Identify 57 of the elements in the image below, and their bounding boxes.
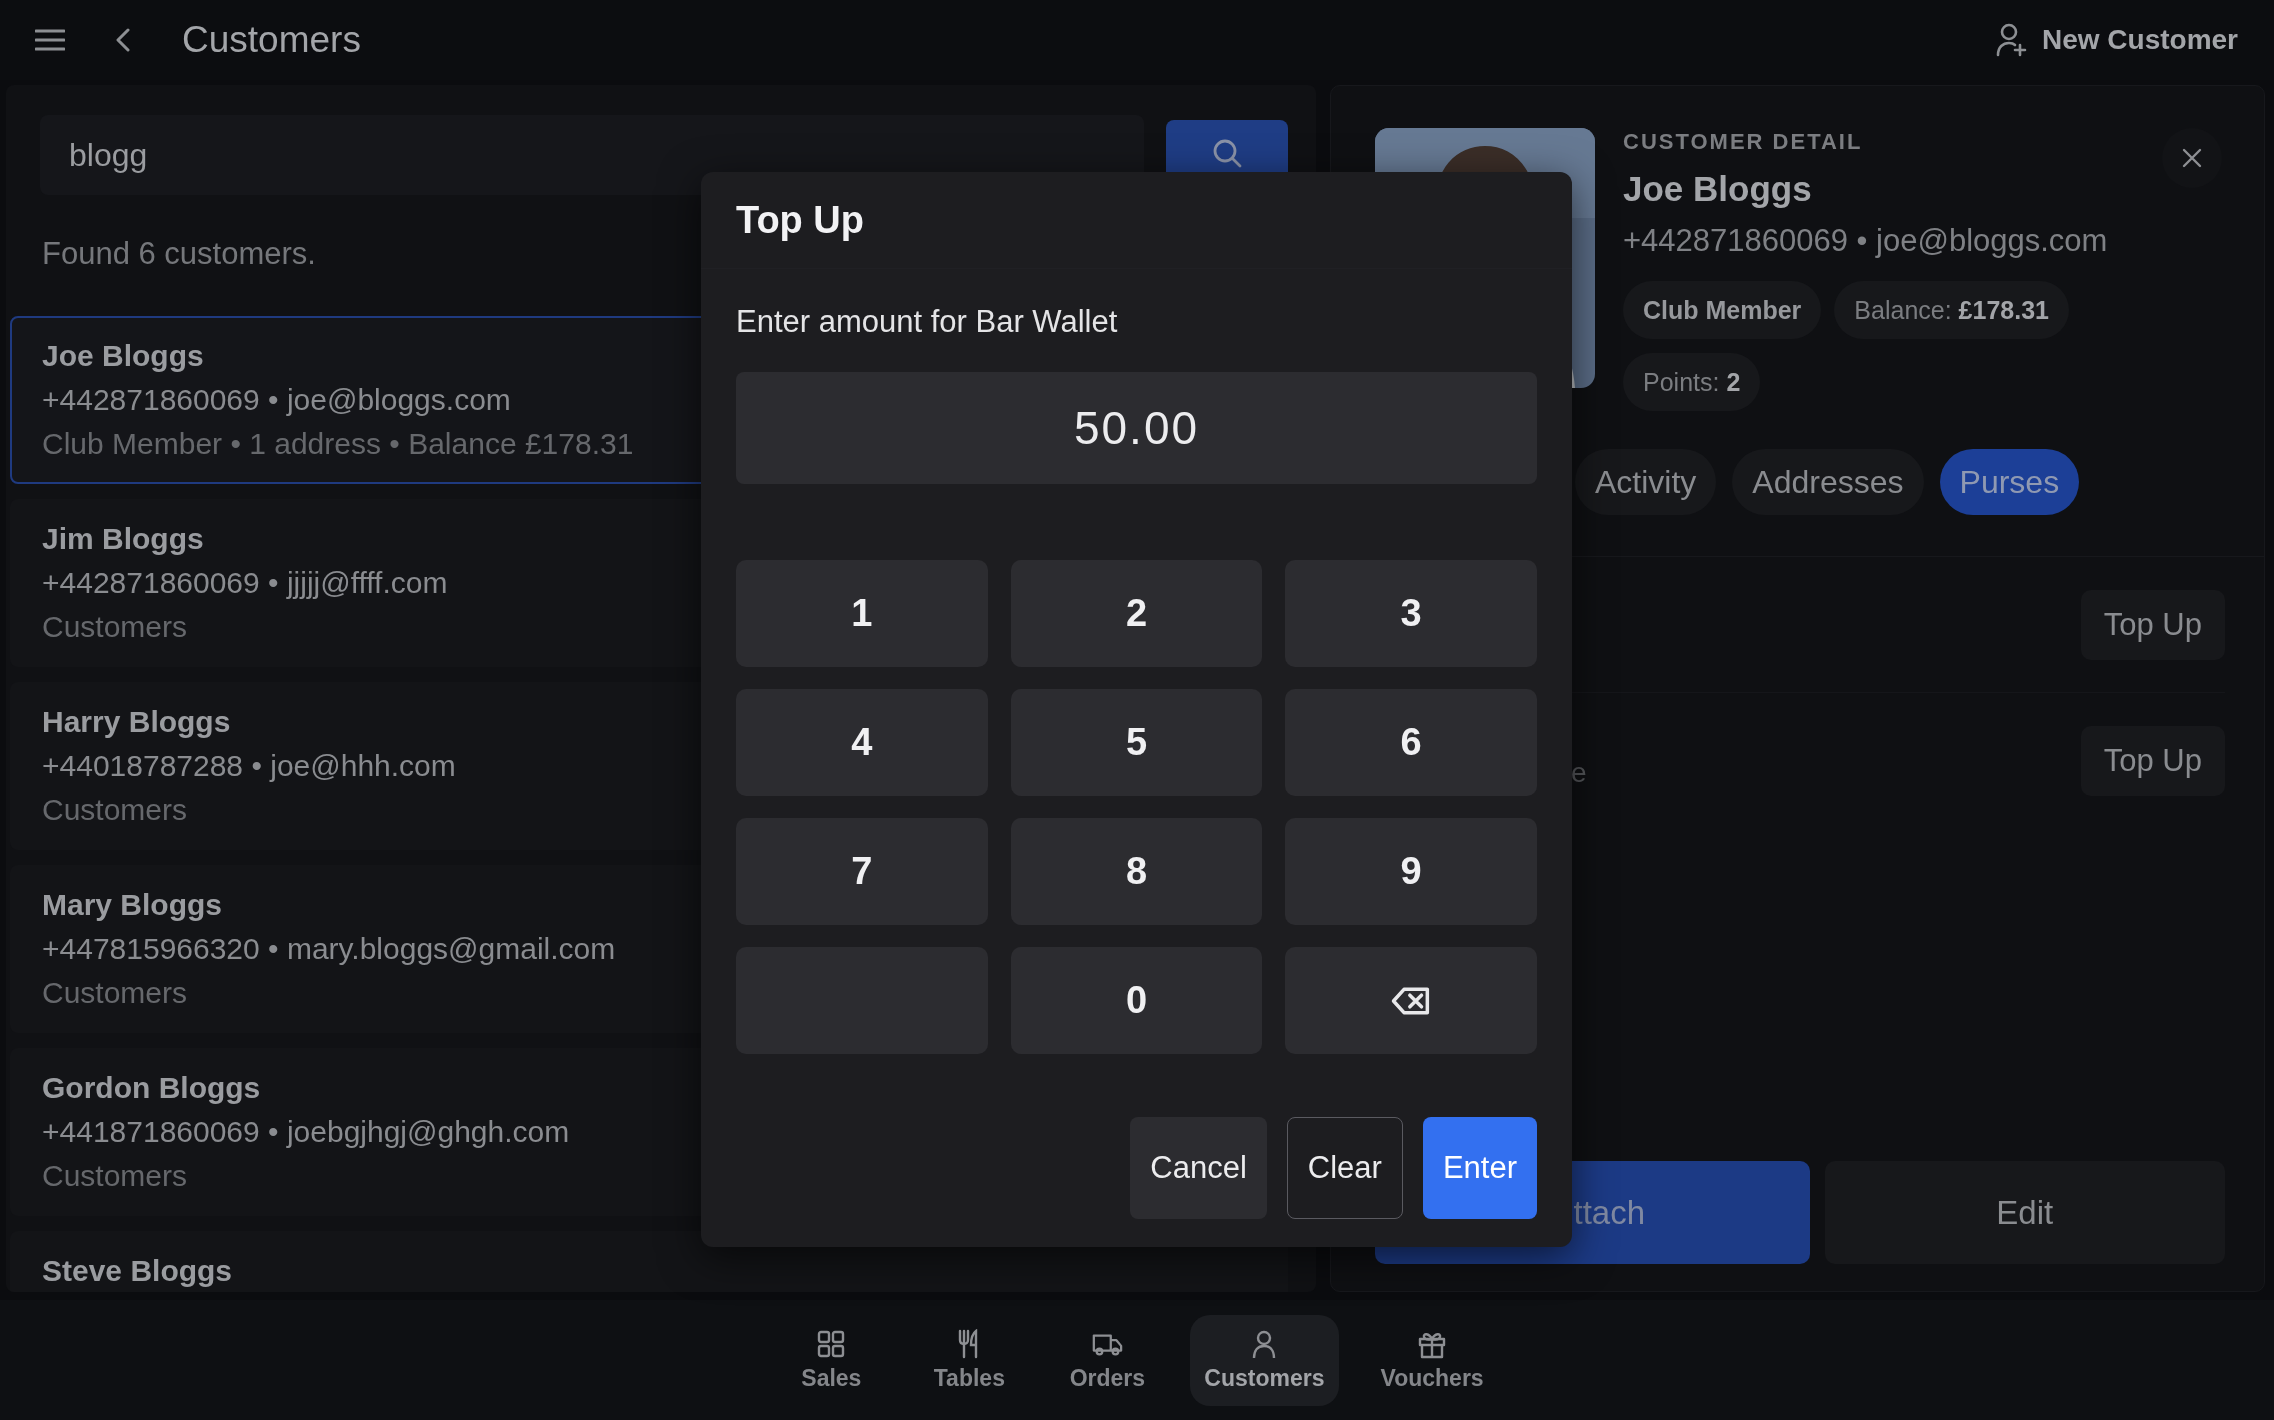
dialog-title: Top Up: [736, 198, 865, 242]
nav-item[interactable]: Sales: [776, 1314, 887, 1406]
close-icon: [2182, 148, 2202, 168]
keypad-key[interactable]: 0: [1010, 947, 1263, 1054]
customer-name: Jim Bloggs: [42, 521, 204, 557]
customer-meta: Customers: [42, 1158, 188, 1194]
customer-name: Steve Bloggs: [42, 1253, 233, 1289]
action-button[interactable]: Edit: [1824, 1161, 2225, 1264]
customer-name: Joe Bloggs: [42, 338, 204, 374]
customer-name: Joe Bloggs: [1623, 169, 1813, 209]
top-up-button[interactable]: Top Up: [2080, 725, 2225, 796]
customer-meta: Customers: [42, 792, 188, 828]
customer-name: Mary Bloggs: [42, 887, 223, 923]
tab[interactable]: Addresses: [1732, 449, 1924, 515]
backspace-icon: [1391, 986, 1432, 1015]
nav-item[interactable]: Orders: [1052, 1314, 1163, 1406]
keypad-key[interactable]: 2: [1010, 560, 1263, 667]
dialog-button[interactable]: Enter: [1422, 1117, 1537, 1219]
tab[interactable]: Activity: [1575, 449, 1717, 515]
back-icon[interactable]: [116, 28, 130, 52]
nav-item[interactable]: Vouchers: [1366, 1314, 1498, 1406]
keypad-key[interactable]: 1: [736, 560, 988, 667]
info-chip: Club Member: [1623, 281, 1822, 339]
customer-contact: +442871860069 • joe@bloggs.com: [42, 382, 511, 418]
keypad-key[interactable]: 4: [736, 689, 988, 796]
keypad-key[interactable]: 3: [1285, 560, 1537, 667]
customer-contact: +442871860069 • joe@bloggs.com: [1623, 223, 2109, 259]
info-chip: Points: 2: [1623, 353, 1761, 411]
keypad-key[interactable]: 8: [1010, 818, 1263, 925]
nav-item[interactable]: Tables: [914, 1314, 1025, 1406]
customer-contact: +447815966320 • mary.bloggs@gmail.com: [42, 931, 616, 967]
dialog-button[interactable]: Clear: [1286, 1117, 1403, 1219]
search-icon: [1211, 138, 1242, 168]
menu-icon[interactable]: [35, 29, 65, 51]
dialog-button[interactable]: Cancel: [1130, 1117, 1267, 1219]
customer-meta: Customers: [42, 609, 188, 645]
customer-name: Gordon Bloggs: [42, 1070, 261, 1106]
keypad-key[interactable]: 7: [736, 818, 988, 925]
person-add-icon: [1995, 23, 2028, 57]
customer-name: Harry Bloggs: [42, 704, 231, 740]
customer-meta: Customers: [42, 975, 188, 1011]
keypad-key[interactable]: 6: [1285, 689, 1537, 796]
purse-text: e: [1571, 757, 1587, 789]
new-customer-button[interactable]: New Customer: [1989, 22, 2244, 58]
amount-display: 50.00: [736, 372, 1537, 484]
nav-item[interactable]: Customers: [1190, 1314, 1339, 1406]
page-title: Customers: [182, 19, 361, 61]
customer-meta: Club Member • 1 address • Balance £178.31: [42, 426, 634, 462]
keypad-key[interactable]: 5: [1010, 689, 1263, 796]
customer-contact: +441871860069 • joebgjhgj@ghgh.com: [42, 1114, 570, 1150]
customer-contact: +44018787288 • joe@hhh.com: [42, 748, 456, 784]
keypad-key[interactable]: 9: [1285, 818, 1537, 925]
customer-contact: +442871860069 • jjjjj@ffff.com: [42, 565, 448, 601]
info-chip: Balance: £178.31: [1834, 281, 2069, 339]
top-up-button[interactable]: Top Up: [2080, 589, 2225, 660]
section-label: CUSTOMER DETAIL: [1623, 129, 1864, 155]
result-count: Found 6 customers.: [42, 236, 317, 273]
